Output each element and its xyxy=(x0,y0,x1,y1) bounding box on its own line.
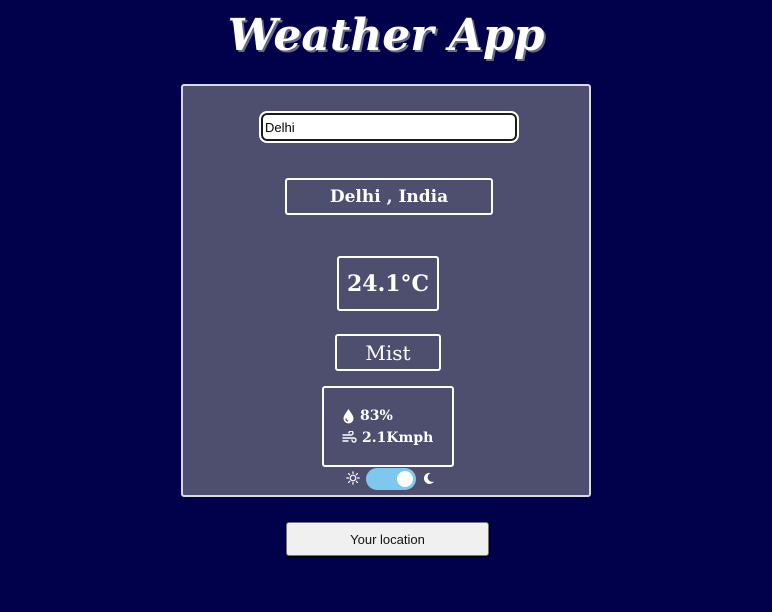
app-title: Weather App xyxy=(227,10,545,61)
toggle-knob[interactable] xyxy=(396,471,413,487)
temperature-display: 24.1°C xyxy=(337,256,439,311)
condition-label: Mist xyxy=(365,340,411,365)
weather-app-page: Weather App Delhi , India 24.1°C Mist 83… xyxy=(0,0,772,612)
location-label: Delhi , India xyxy=(329,186,449,207)
theme-toggle-row xyxy=(343,468,437,490)
temperature-value: 24.1°C xyxy=(346,270,430,297)
wind-value: 2.1Kmph xyxy=(362,429,434,446)
droplet-icon xyxy=(342,408,355,424)
wind-row: 2.1Kmph xyxy=(342,430,433,446)
weather-card: Delhi , India 24.1°C Mist 83% xyxy=(181,84,591,497)
theme-toggle-switch[interactable] xyxy=(365,468,416,490)
condition-display: Mist xyxy=(335,334,441,371)
city-search-input[interactable] xyxy=(260,112,518,142)
humidity-row: 83% xyxy=(342,408,393,424)
sun-icon xyxy=(345,470,360,489)
weather-details: 83% 2.1Kmph xyxy=(322,386,454,467)
moon-icon xyxy=(422,470,435,489)
humidity-value: 83% xyxy=(360,407,393,424)
wind-icon xyxy=(342,430,357,445)
location-display: Delhi , India xyxy=(285,178,493,215)
your-location-button[interactable]: Your location xyxy=(286,522,489,556)
